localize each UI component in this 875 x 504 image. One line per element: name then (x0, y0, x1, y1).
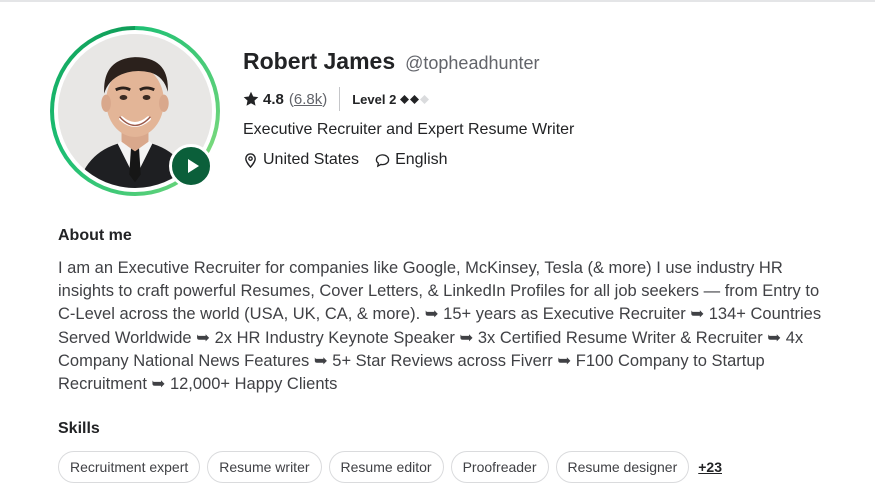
rating-divider (339, 87, 341, 111)
seller-name[interactable]: Robert James (243, 48, 395, 75)
location-pin-icon (245, 152, 256, 168)
rating-row: 4.8 (6.8k) Level 2 (243, 87, 843, 111)
skill-chip[interactable]: Resume editor (328, 451, 444, 483)
play-icon (187, 159, 199, 173)
top-divider (0, 0, 875, 2)
about-text: I am an Executive Recruiter for companie… (58, 259, 822, 394)
seller-meta: United States English (243, 151, 843, 169)
star-icon (243, 91, 259, 106)
about-title: About me (58, 227, 132, 244)
skills-list: Recruitment expert Resume writer Resume … (58, 451, 858, 483)
reviews-link[interactable]: 6.8k (294, 91, 322, 108)
seller-profile-page: Robert James @topheadhunter 4.8 (6.8k) L… (0, 0, 875, 504)
about-section: About me I am an Executive Recruiter for… (58, 227, 838, 396)
level-diamonds (400, 94, 430, 104)
skills-title: Skills (58, 420, 100, 437)
language: English (375, 151, 448, 169)
more-skills-link[interactable]: +23 (698, 459, 722, 475)
skill-chip[interactable]: Resume designer (555, 451, 690, 483)
speech-bubble-icon (375, 153, 390, 167)
location: United States (243, 151, 359, 169)
language-text: English (395, 151, 448, 168)
diamond-icon (420, 94, 430, 104)
diamond-icon (400, 94, 410, 104)
location-text: United States (263, 151, 360, 168)
skill-chip[interactable]: Proofreader (450, 451, 549, 483)
seller-tagline: Executive Recruiter and Expert Resume Wr… (243, 121, 575, 138)
seller-handle: @topheadhunter (405, 53, 540, 73)
play-intro-video-button[interactable] (169, 144, 213, 188)
profile-header: Robert James @topheadhunter 4.8 (6.8k) L… (243, 48, 843, 169)
skill-chip[interactable]: Resume writer (207, 451, 322, 483)
seller-level: Level 2 (352, 91, 397, 107)
reviews-count[interactable]: (6.8k) (289, 91, 327, 108)
diamond-icon (410, 94, 420, 104)
skill-chip[interactable]: Recruitment expert (58, 451, 201, 483)
skills-section: Skills Recruitment expert Resume writer … (58, 420, 858, 483)
rating-value: 4.8 (263, 90, 284, 108)
